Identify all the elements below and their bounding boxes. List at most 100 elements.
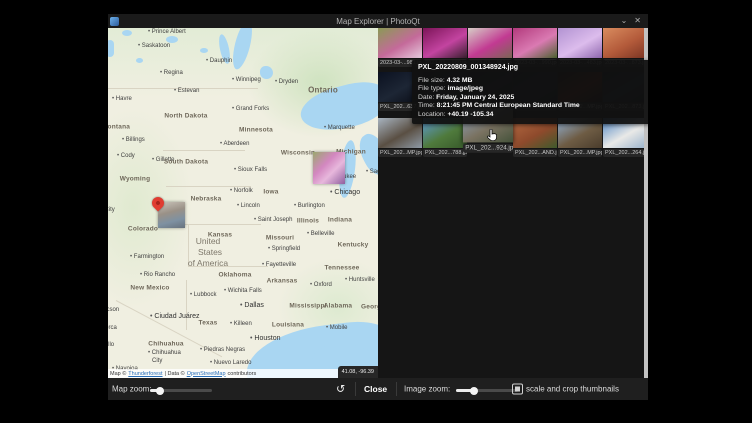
border-line <box>166 186 251 187</box>
map-label: Alabama <box>324 303 353 310</box>
map-zoom-slider[interactable] <box>150 389 212 392</box>
hand-cursor-icon <box>486 129 497 147</box>
map-label: Cody <box>117 153 135 159</box>
map-label: Killeen <box>230 321 252 327</box>
map-label: Chicago <box>330 189 360 196</box>
thumbnail-image[interactable] <box>513 28 557 58</box>
map-label: Norfolk <box>230 188 253 194</box>
map-zoom-label: Map zoom: <box>112 385 152 394</box>
map-panel[interactable]: Prince AlbertSaskatoonDauphinReginaWinni… <box>108 28 378 378</box>
map-label: Salt Lake City <box>108 207 115 213</box>
map-label: Arkansas <box>267 278 298 285</box>
map-label: Piedras Negras <box>200 347 245 353</box>
map-label: Ciudad Juárez <box>150 313 200 320</box>
map-label: Winnipeg <box>232 77 261 83</box>
map-label: Lincoln <box>237 203 260 209</box>
map-label: Oxford <box>310 282 332 288</box>
tooltip-row: Location: +40.19 -105.34 <box>418 111 644 119</box>
lake <box>136 58 143 63</box>
map-label: Aberdeen <box>220 141 249 147</box>
map-label: Prince Albert <box>148 29 186 35</box>
thumbnail-label: PXL_202...AND.jpg <box>513 149 557 157</box>
map-label: New Mexico <box>130 285 169 292</box>
divider <box>355 382 356 396</box>
lake-winnipeg <box>229 28 256 71</box>
lake <box>166 36 178 43</box>
map-label: Heroica Caborca <box>108 325 117 331</box>
window-title: Map Explorer | PhotoQt <box>108 17 648 26</box>
thumbnail-label: PXL_202...788.jpg <box>423 149 467 157</box>
attribution-text: Map © <box>110 371 126 377</box>
map-label: Grand Forks <box>232 106 269 112</box>
minimize-icon[interactable]: ⌄ <box>621 14 628 28</box>
map-label: United <box>196 236 221 246</box>
thumbnail-image[interactable] <box>603 28 647 58</box>
thumbnail-image[interactable] <box>378 28 422 58</box>
attribution-text: | Data © <box>165 371 185 377</box>
thumbnail-image[interactable] <box>558 28 602 58</box>
map-label: Colorado <box>128 226 158 233</box>
titlebar[interactable]: Map Explorer | PhotoQt ⌄ ✕ <box>108 14 648 28</box>
map-label: Wyoming <box>120 176 151 183</box>
map-label: Oklahoma <box>218 272 251 279</box>
map-label: States <box>198 247 222 257</box>
map-label: Billings <box>122 137 145 143</box>
thumbnail-image[interactable] <box>468 28 512 58</box>
map-label: Springfield <box>268 246 300 252</box>
map-label: Iowa <box>263 189 278 196</box>
map-label: Ontario <box>308 86 338 95</box>
map-label: Mobile <box>326 325 347 331</box>
close-icon[interactable]: ✕ <box>634 14 641 28</box>
photo-browser-panel[interactable]: 2023-03-...981.jpg2023-03-...980.jpg2023… <box>378 28 648 378</box>
divider <box>396 382 397 396</box>
map-label: Estevan <box>174 88 199 94</box>
map-label: Missouri <box>266 235 294 242</box>
thumbnail-image[interactable] <box>423 28 467 58</box>
map-label: Georgia <box>361 304 378 311</box>
map-label: Dauphin <box>206 58 232 64</box>
map-label: Nuevo Laredo <box>210 360 251 366</box>
map-label: Dryden <box>275 79 298 85</box>
map-label: Minnesota <box>239 127 273 134</box>
close-button[interactable]: Close <box>364 384 387 394</box>
image-zoom-slider[interactable] <box>456 389 518 392</box>
map-label: Farmington <box>130 254 164 260</box>
map-label: City <box>152 358 162 364</box>
map-label: Huntsville <box>345 277 375 283</box>
app-icon <box>110 17 119 26</box>
map-label: Fayetteville <box>262 262 296 268</box>
map-photo-marker-wisconsin[interactable] <box>313 152 345 184</box>
thumbnail-label: PXL_202...MP.jpg <box>558 149 602 157</box>
border-line <box>183 224 261 225</box>
map-label: South Dakota <box>164 159 208 166</box>
map-label: Burlington <box>294 203 325 209</box>
map-label: Saint Joseph <box>254 217 292 223</box>
thunderforest-link[interactable]: Thunderforest <box>128 371 162 377</box>
map-label: Texas <box>199 320 218 327</box>
tooltip-row: File size: 4.32 MB <box>418 77 644 85</box>
map-explorer-window: Map Explorer | PhotoQt ⌄ ✕ <box>108 14 648 400</box>
attribution-text: contributors <box>228 371 257 377</box>
map-label: Havre <box>112 96 132 102</box>
map-label: Rio Rancho <box>140 272 175 278</box>
map-label: Saginaw <box>366 169 378 175</box>
map-label: Kentucky <box>338 242 369 249</box>
border-line <box>163 150 245 151</box>
slider-knob[interactable] <box>156 387 164 395</box>
image-zoom-label: Image zoom: <box>404 385 450 394</box>
reset-map-button[interactable]: ↺ <box>336 383 345 396</box>
map-label: Illinois <box>297 218 319 225</box>
map-label: Tucson <box>108 307 119 313</box>
map-terrain <box>248 28 378 138</box>
map-label: of America <box>188 258 228 268</box>
map-label: Hermosillo <box>108 342 114 348</box>
slider-knob[interactable] <box>470 387 478 395</box>
map-label: Dallas <box>240 302 264 309</box>
scale-crop-checkbox[interactable] <box>512 384 523 395</box>
lake <box>108 40 114 57</box>
openstreetmap-link[interactable]: OpenStreetMap <box>187 371 226 377</box>
map-label: Lubbock <box>190 292 216 298</box>
tooltip-row: Time: 8:21:45 PM Central European Standa… <box>418 102 644 110</box>
map-label: North Dakota <box>164 113 207 120</box>
bottom-toolbar: Map zoom: ↺ Close Image zoom: scale and … <box>108 378 648 400</box>
